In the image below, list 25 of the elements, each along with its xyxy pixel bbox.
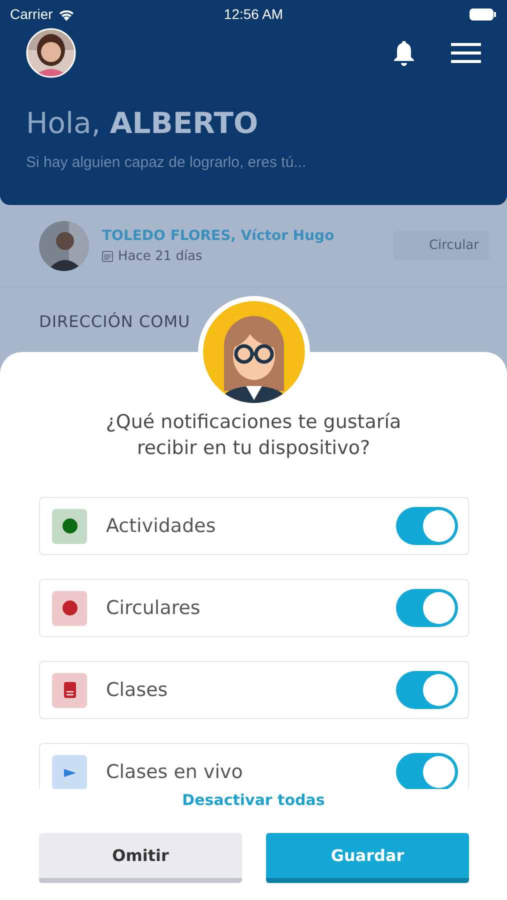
battery-icon: [469, 8, 497, 20]
toggle-switch[interactable]: [396, 507, 458, 546]
section-heading: DIRECCIÓN COMU: [39, 312, 192, 331]
save-button[interactable]: Guardar: [266, 833, 469, 884]
calendar-icon: [102, 250, 113, 262]
notification-label: Circulares: [106, 597, 202, 620]
post-date: Hace 21 días: [118, 248, 202, 264]
notification-label: Actividades: [106, 515, 217, 538]
notification-label: Clases en vivo: [106, 761, 244, 784]
bell-icon[interactable]: [393, 40, 415, 66]
notification-label: Clases: [106, 679, 169, 702]
motivational-text: Si hay alguien capaz de lograrlo, eres tú...: [26, 154, 308, 171]
toggle-switch[interactable]: [396, 589, 458, 628]
menu-icon[interactable]: [451, 42, 481, 64]
wifi-icon: [58, 8, 75, 20]
carrier-name: Carrier: [10, 6, 53, 22]
deactivate-all-link[interactable]: Desactivar todas: [182, 791, 325, 810]
skip-button[interactable]: Omitir: [39, 833, 242, 884]
author-name[interactable]: TOLEDO FLORES, Víctor Hugo: [102, 228, 393, 244]
toggle-switch[interactable]: [396, 753, 458, 790]
clock: 12:56 AM: [224, 6, 284, 22]
greeting: Hola, ALBERTO: [26, 106, 260, 140]
dialog-title: ¿Qué notificaciones te gustaría recibir en tu dispositivo?: [104, 410, 402, 461]
category-tag: Circular: [392, 231, 489, 260]
toggle-switch[interactable]: [396, 671, 458, 710]
